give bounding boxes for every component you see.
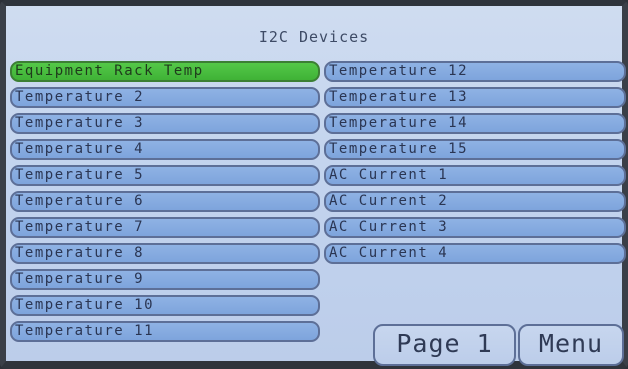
device-button-ac-current-2[interactable]: AC Current 2 — [324, 191, 626, 212]
touch-screen: I2C Devices Equipment Rack Temp Temperat… — [0, 0, 628, 369]
device-button-temperature-11[interactable]: Temperature 11 — [10, 321, 320, 342]
device-button-temperature-15[interactable]: Temperature 15 — [324, 139, 626, 160]
device-button-ac-current-4[interactable]: AC Current 4 — [324, 243, 626, 264]
device-button-temperature-3[interactable]: Temperature 3 — [10, 113, 320, 134]
device-button-temperature-13[interactable]: Temperature 13 — [324, 87, 626, 108]
menu-button[interactable]: Menu — [518, 324, 624, 366]
device-button-temperature-9[interactable]: Temperature 9 — [10, 269, 320, 290]
device-button-ac-current-3[interactable]: AC Current 3 — [324, 217, 626, 238]
device-button-temperature-4[interactable]: Temperature 4 — [10, 139, 320, 160]
device-button-temperature-14[interactable]: Temperature 14 — [324, 113, 626, 134]
device-button-ac-current-1[interactable]: AC Current 1 — [324, 165, 626, 186]
screen-title: I2C Devices — [258, 28, 370, 46]
device-button-equipment-rack-temp[interactable]: Equipment Rack Temp — [10, 61, 320, 82]
device-button-temperature-12[interactable]: Temperature 12 — [324, 61, 626, 82]
device-button-temperature-6[interactable]: Temperature 6 — [10, 191, 320, 212]
device-button-temperature-10[interactable]: Temperature 10 — [10, 295, 320, 316]
device-button-temperature-7[interactable]: Temperature 7 — [10, 217, 320, 238]
device-button-temperature-2[interactable]: Temperature 2 — [10, 87, 320, 108]
device-button-temperature-5[interactable]: Temperature 5 — [10, 165, 320, 186]
device-button-temperature-8[interactable]: Temperature 8 — [10, 243, 320, 264]
page-button[interactable]: Page 1 — [373, 324, 516, 366]
